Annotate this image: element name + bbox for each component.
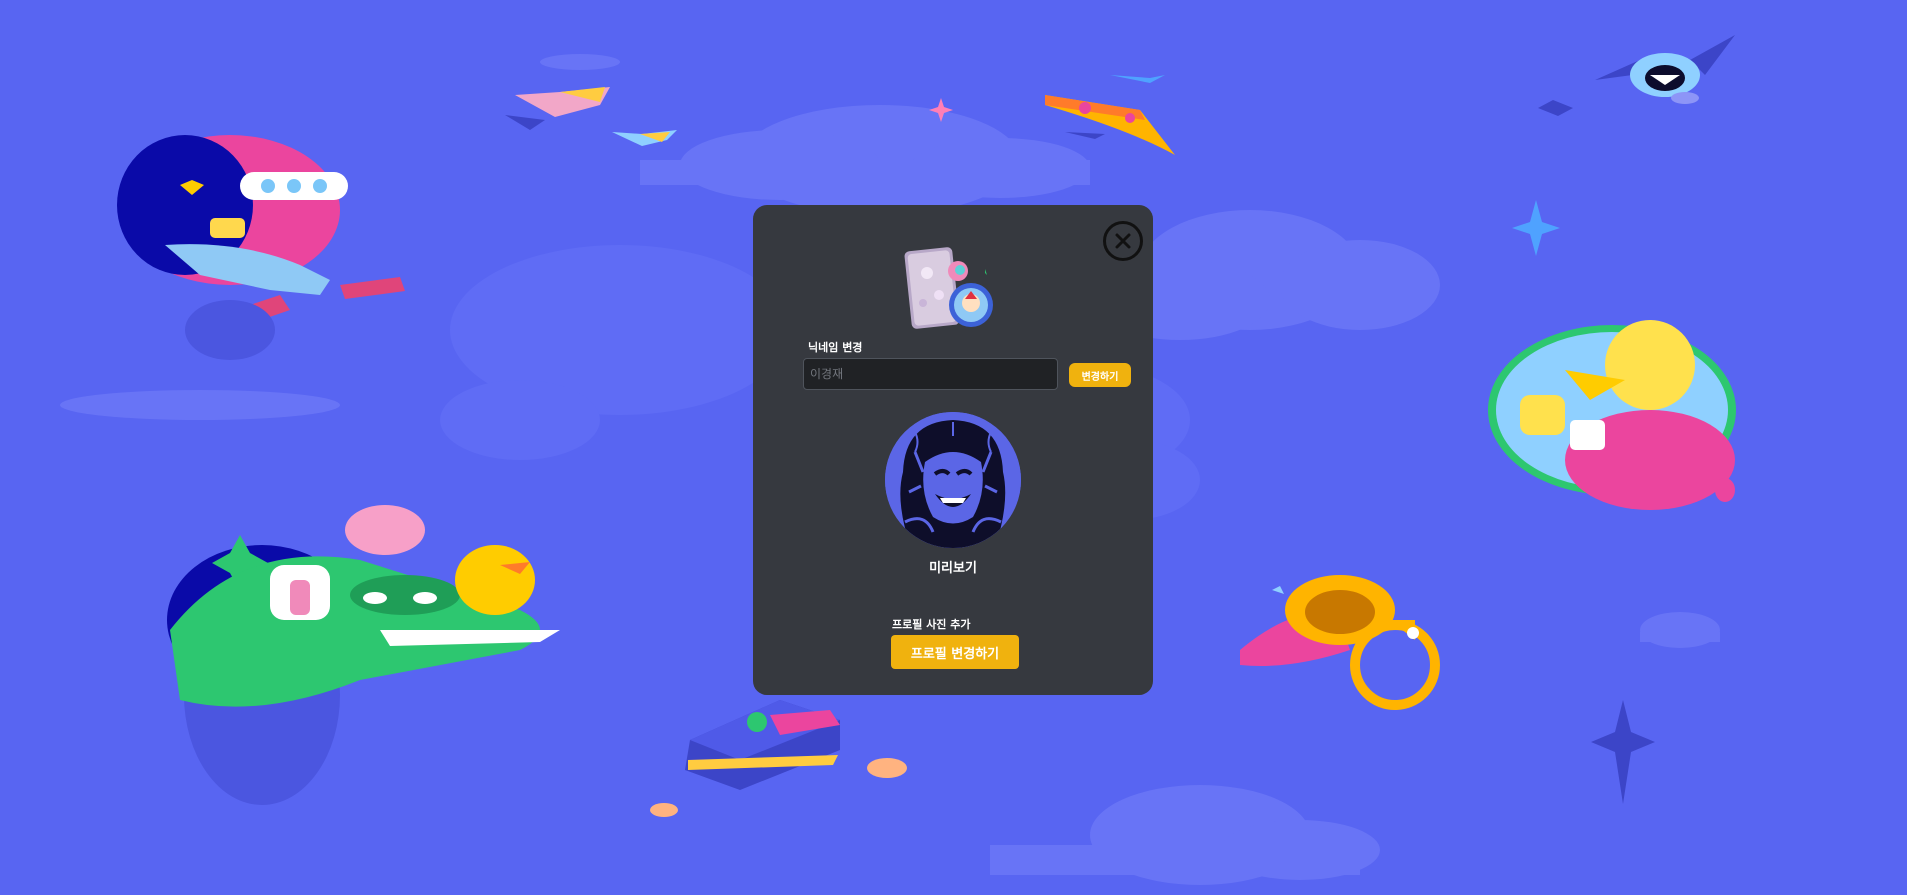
- nickname-change-button[interactable]: 변경하기: [1069, 363, 1131, 387]
- crocodile-duck-illustration: [167, 505, 560, 805]
- sandwich-console-illustration: [650, 700, 907, 817]
- add-photo-label: 프로필 사진 추가: [892, 618, 971, 631]
- star-icon: [1591, 700, 1655, 804]
- star-icon: [1512, 200, 1560, 256]
- woman-phone-illustration: [117, 135, 405, 360]
- duck-oval-illustration: [1488, 320, 1736, 510]
- nickname-input[interactable]: [803, 358, 1058, 390]
- nickname-label: 닉네임 변경: [808, 341, 863, 354]
- preview-label: 미리보기: [929, 561, 977, 576]
- books-illustration: [505, 87, 677, 146]
- profile-change-button[interactable]: 프로필 변경하기: [891, 635, 1019, 669]
- close-button[interactable]: [1103, 221, 1143, 261]
- profile-edit-modal: 닉네임 변경 변경하기 미리보기 프로필 사진 추가 프로필 변경하기: [753, 205, 1153, 695]
- profile-avatar-preview: [885, 412, 1021, 548]
- bat-monster-illustration: [1538, 35, 1735, 116]
- joker-avatar-image: [885, 412, 1021, 548]
- profile-cards-illustration: [904, 247, 993, 329]
- pizza-illustration: [1045, 75, 1175, 155]
- horn-illustration: [1240, 575, 1440, 710]
- close-circle-icon: [1115, 233, 1131, 249]
